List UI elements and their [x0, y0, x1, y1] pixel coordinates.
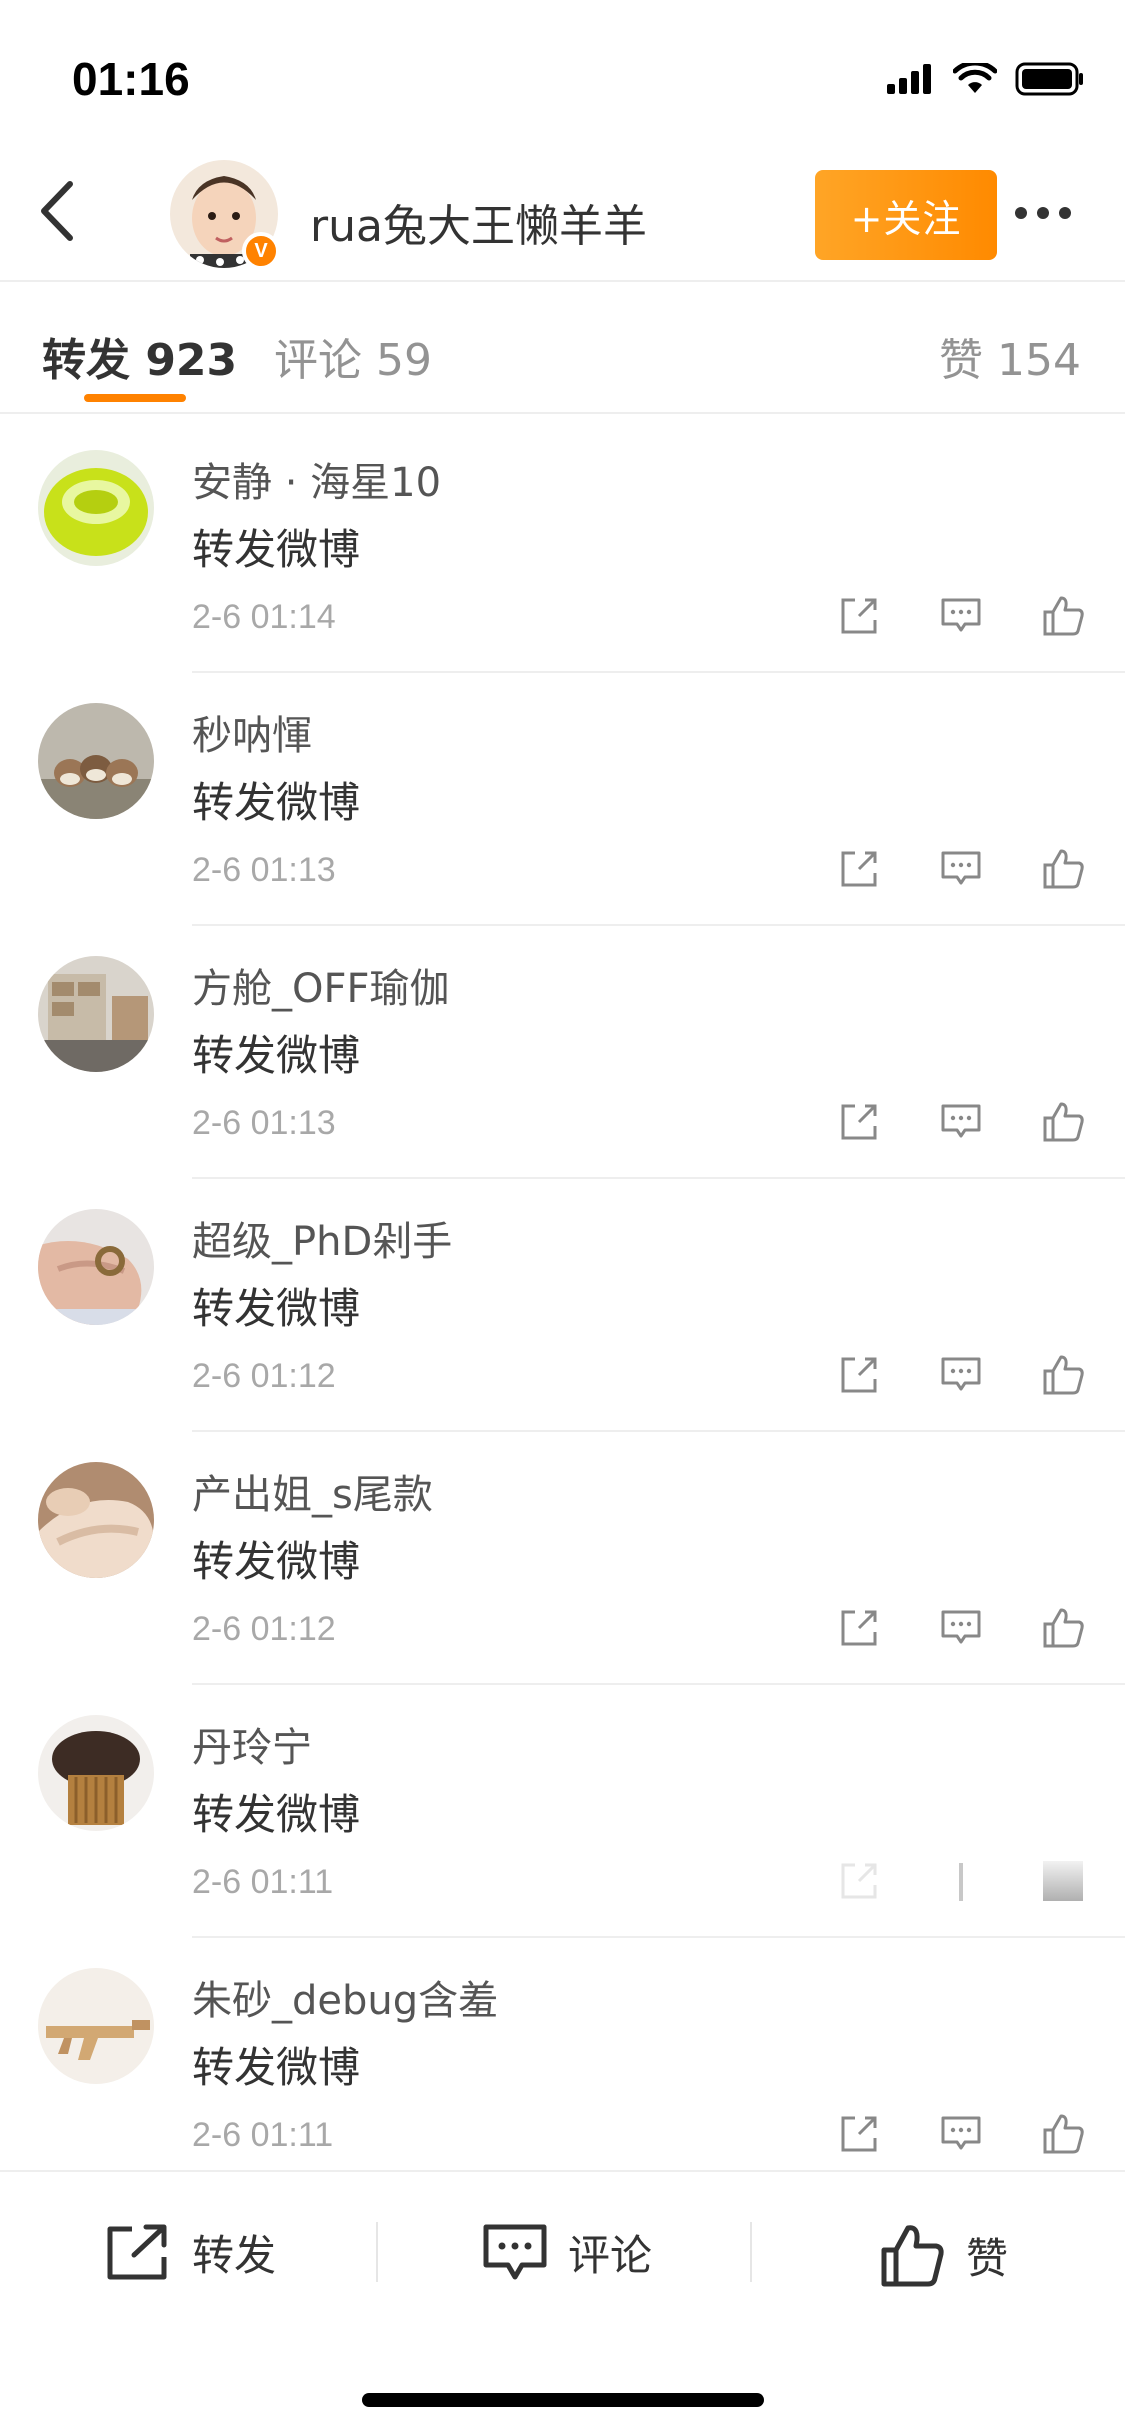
list-item[interactable]: 方舱_OFF瑜伽 转发微博 2-6 01:13	[0, 926, 1125, 1179]
item-actions	[835, 1098, 1087, 1146]
status-icons	[887, 62, 1085, 96]
share-arrow-icon[interactable]	[835, 845, 883, 893]
nav-username[interactable]: rua兔大王懒羊羊	[310, 190, 647, 254]
repost-content: 转发微博	[192, 1031, 361, 1080]
repost-time: 2-6 01:12	[192, 1357, 336, 1395]
share-arrow-icon[interactable]	[835, 1604, 883, 1652]
comment-bubble-icon[interactable]	[937, 2110, 985, 2158]
chevron-left-icon	[41, 181, 73, 241]
repost-time: 2-6 01:13	[192, 851, 336, 889]
thumbs-up-icon	[881, 2225, 944, 2287]
comment-label: 评论	[568, 2231, 653, 2280]
tab-likes[interactable]: 赞 154	[939, 324, 1081, 388]
repost-time: 2-6 01:14	[192, 598, 336, 636]
share-arrow-icon	[107, 2224, 167, 2279]
avatar[interactable]	[38, 1715, 154, 1831]
user-name[interactable]: 秒呐惲	[192, 703, 312, 761]
comment-bubble-icon[interactable]	[937, 1604, 985, 1652]
status-time: 01:16	[72, 53, 190, 105]
list-item[interactable]: 秒呐惲 转发微博 2-6 01:13	[0, 673, 1125, 926]
comment-bubble-icon[interactable]	[937, 1351, 985, 1399]
tab-comments[interactable]: 评论 59	[274, 324, 432, 388]
comment-button[interactable]: 评论	[482, 2222, 652, 2283]
avatar[interactable]	[38, 1462, 154, 1578]
thumbs-up-icon[interactable]	[1039, 1098, 1087, 1146]
comment-bubble-icon[interactable]	[937, 1857, 985, 1905]
repost-content: 转发微博	[192, 1537, 361, 1586]
user-name[interactable]: 产出姐_s尾款	[192, 1462, 433, 1520]
like-label: 赞	[966, 2233, 1009, 2283]
bottom-action-bar: 转发 评论 赞	[0, 2170, 1125, 2330]
repost-time: 2-6 01:11	[192, 1863, 334, 1901]
share-arrow-icon[interactable]	[835, 1857, 883, 1905]
avatar[interactable]	[38, 703, 154, 819]
item-actions	[835, 2110, 1087, 2158]
tab-bar: 转发 923 评论 59 赞 154	[0, 284, 1125, 414]
tab-reposts[interactable]: 转发 923	[42, 324, 237, 388]
active-tab-indicator	[84, 394, 186, 402]
home-indicator	[362, 2393, 764, 2407]
divider	[750, 2222, 752, 2282]
avatar[interactable]	[38, 956, 154, 1072]
comment-bubble-icon[interactable]	[937, 592, 985, 640]
thumbs-up-icon[interactable]	[1039, 1857, 1087, 1905]
avatar[interactable]	[38, 1968, 154, 2084]
repost-content: 转发微博	[192, 2043, 361, 2092]
user-name[interactable]: 方舱_OFF瑜伽	[192, 956, 450, 1014]
follow-button[interactable]: +关注	[815, 170, 997, 260]
wifi-icon	[953, 63, 997, 93]
item-actions	[835, 592, 1087, 640]
item-actions	[835, 1857, 1087, 1905]
verified-badge: V	[242, 232, 280, 270]
repost-content: 转发微博	[192, 1284, 361, 1333]
thumbs-up-icon[interactable]	[1039, 845, 1087, 893]
comment-bubble-icon	[483, 2224, 547, 2279]
thumbs-up-icon[interactable]	[1039, 592, 1087, 640]
share-arrow-icon[interactable]	[835, 1351, 883, 1399]
avatar[interactable]	[38, 1209, 154, 1325]
share-arrow-icon[interactable]	[835, 2110, 883, 2158]
repost-content: 转发微博	[192, 1790, 361, 1839]
repost-label: 转发	[192, 2231, 277, 2280]
thumbs-up-icon[interactable]	[1039, 1604, 1087, 1652]
comment-bubble-icon[interactable]	[937, 845, 985, 893]
like-button[interactable]: 赞	[880, 2222, 1008, 2288]
list-item[interactable]: 丹玲宁 转发微博 2-6 01:11	[0, 1685, 1125, 1938]
item-actions	[835, 845, 1087, 893]
user-name[interactable]: 超级_PhD剁手	[192, 1209, 452, 1267]
item-actions	[835, 1351, 1087, 1399]
repost-content: 转发微博	[192, 525, 361, 574]
status-bar: 01:16	[0, 0, 1125, 140]
list-item[interactable]: 超级_PhD剁手 转发微博 2-6 01:12	[0, 1179, 1125, 1432]
repost-list: 安静 · 海星10 转发微博 2-6 01:14 秒呐惲 转发微博 2-6 01…	[0, 420, 1125, 2191]
more-dots-icon[interactable]	[1015, 198, 1085, 228]
avatar[interactable]	[38, 450, 154, 566]
thumbs-up-icon[interactable]	[1039, 2110, 1087, 2158]
user-name[interactable]: 朱砂_debug含羞	[192, 1968, 498, 2026]
thumbs-up-icon[interactable]	[1039, 1351, 1087, 1399]
comment-bubble-icon[interactable]	[937, 1098, 985, 1146]
divider	[376, 2222, 378, 2282]
list-item[interactable]: 产出姐_s尾款 转发微博 2-6 01:12	[0, 1432, 1125, 1685]
nav-bar: V rua兔大王懒羊羊 +关注	[0, 140, 1125, 282]
back-button[interactable]	[30, 178, 90, 244]
repost-content: 转发微博	[192, 778, 361, 827]
battery-icon	[1015, 62, 1083, 96]
signal-icon	[887, 64, 931, 94]
list-item[interactable]: 安静 · 海星10 转发微博 2-6 01:14	[0, 420, 1125, 673]
user-name[interactable]: 安静 · 海星10	[192, 450, 441, 508]
user-name[interactable]: 丹玲宁	[192, 1715, 312, 1773]
repost-time: 2-6 01:11	[192, 2116, 334, 2154]
user-avatar[interactable]: V	[170, 160, 280, 270]
list-item[interactable]: 朱砂_debug含羞 转发微博 2-6 01:11	[0, 1938, 1125, 2191]
repost-time: 2-6 01:12	[192, 1610, 336, 1648]
repost-list-screen: 01:16 V rua兔大王懒羊羊 +关注 转发 923 评论 59 赞 154…	[0, 0, 1125, 2436]
share-arrow-icon[interactable]	[835, 1098, 883, 1146]
item-actions	[835, 1604, 1087, 1652]
repost-time: 2-6 01:13	[192, 1104, 336, 1142]
repost-button[interactable]: 转发	[104, 2222, 276, 2283]
share-arrow-icon[interactable]	[835, 592, 883, 640]
